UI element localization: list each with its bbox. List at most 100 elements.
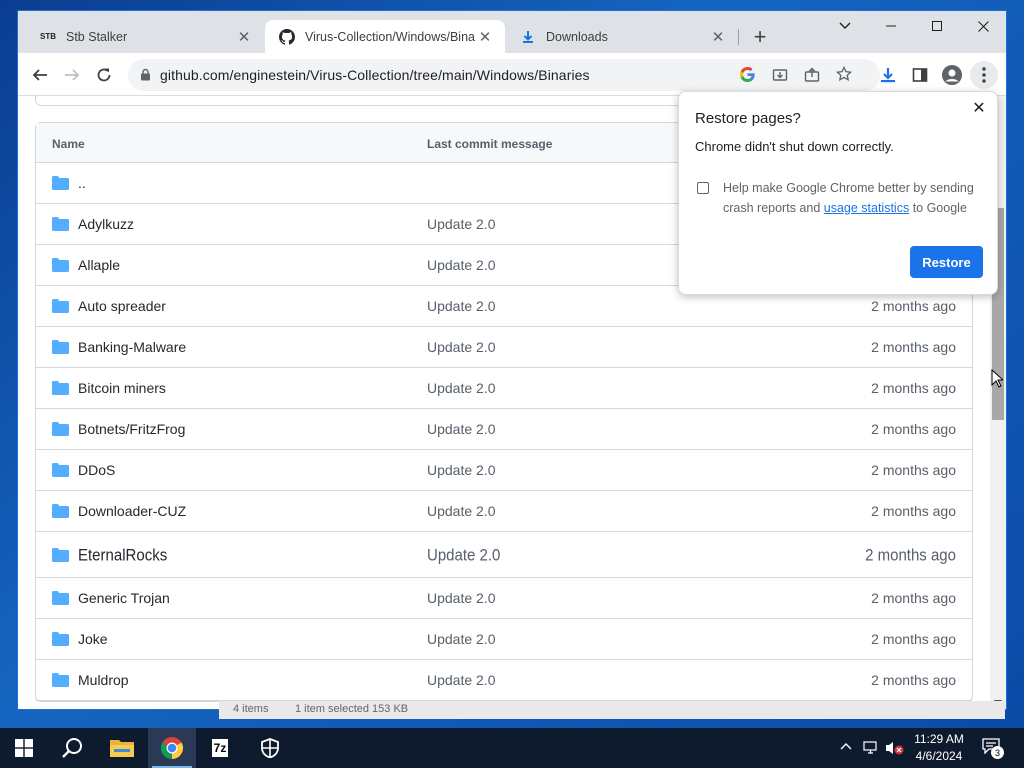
dialog-subtitle: Chrome didn't shut down correctly. (695, 139, 894, 154)
folder-name-link[interactable]: EternalRocks (78, 546, 167, 565)
table-row[interactable]: Joke Update 2.0 2 months ago (36, 619, 972, 660)
downloads-button[interactable] (874, 61, 902, 89)
commit-message-link[interactable]: Update 2.0 (427, 631, 496, 647)
browser-toolbar: github.com/enginestein/Virus-Collection/… (18, 53, 1006, 96)
commit-age: 2 months ago (871, 298, 956, 314)
tab-stb-stalker[interactable]: STB Stb Stalker ✕ (26, 20, 264, 53)
share-icon[interactable] (804, 67, 820, 88)
7zip-button[interactable]: 7z (196, 728, 244, 768)
profile-avatar[interactable] (938, 61, 966, 89)
folder-name-link[interactable]: Banking-Malware (78, 339, 186, 355)
commit-age: 2 months ago (871, 672, 956, 688)
parent-dir-link[interactable]: .. (78, 175, 86, 191)
table-row[interactable]: DDoS Update 2.0 2 months ago (36, 450, 972, 491)
commit-message-link[interactable]: Update 2.0 (427, 298, 496, 314)
folder-name-link[interactable]: Bitcoin miners (78, 380, 166, 396)
tab-downloads[interactable]: Downloads ✕ (506, 20, 738, 53)
minimize-button[interactable] (868, 11, 914, 41)
commit-message-link[interactable]: Update 2.0 (427, 216, 496, 232)
folder-icon (52, 340, 69, 354)
folder-icon (52, 299, 69, 313)
forward-button[interactable] (58, 61, 86, 89)
taskbar: 7z 11:29 AM 4/6/2024 3 (0, 728, 1024, 768)
security-button[interactable] (246, 728, 294, 768)
side-panel-button[interactable] (906, 61, 934, 89)
7zip-icon: 7z (211, 739, 229, 757)
tab-virus-collection[interactable]: Virus-Collection/Windows/Binari ✕ (265, 20, 505, 53)
chrome-taskbar-button[interactable] (148, 728, 196, 768)
install-app-icon[interactable] (772, 67, 788, 88)
commit-age: 2 months ago (871, 339, 956, 355)
folder-name-link[interactable]: Generic Trojan (78, 590, 170, 606)
reload-button[interactable] (90, 61, 118, 89)
close-icon[interactable]: ✕ (969, 98, 989, 118)
folder-name-link[interactable]: Adylkuzz (78, 216, 134, 232)
download-icon (520, 29, 536, 45)
table-row[interactable]: Botnets/FritzFrog Update 2.0 2 months ago (36, 409, 972, 450)
network-icon[interactable] (863, 741, 879, 755)
back-button[interactable] (26, 61, 54, 89)
notification-center-button[interactable]: 3 (982, 738, 1004, 759)
system-clock[interactable]: 11:29 AM 4/6/2024 (908, 731, 970, 765)
commit-message-link[interactable]: Update 2.0 (427, 257, 496, 273)
table-row[interactable]: Downloader-CUZ Update 2.0 2 months ago (36, 491, 972, 532)
folder-name-link[interactable]: Allaple (78, 257, 120, 273)
maximize-button[interactable] (914, 11, 960, 41)
commit-message-link[interactable]: Update 2.0 (427, 462, 496, 478)
header-name: Name (52, 137, 85, 151)
close-tab-icon[interactable]: ✕ (234, 27, 254, 47)
close-window-button[interactable] (960, 11, 1006, 41)
table-row[interactable]: Muldrop Update 2.0 2 months ago (36, 660, 972, 701)
commit-age: 2 months ago (871, 462, 956, 478)
close-tab-icon[interactable]: ✕ (708, 27, 728, 47)
folder-name-link[interactable]: Downloader-CUZ (78, 503, 186, 519)
commit-message-link[interactable]: Update 2.0 (427, 380, 496, 396)
tab-separator (738, 29, 739, 45)
folder-icon (52, 632, 69, 646)
commit-message-link[interactable]: Update 2.0 (427, 421, 496, 437)
table-row[interactable]: Banking-Malware Update 2.0 2 months ago (36, 327, 972, 368)
folder-name-link[interactable]: Auto spreader (78, 298, 166, 314)
header-commit-message: Last commit message (427, 137, 553, 151)
crash-report-checkbox[interactable] (697, 182, 709, 194)
google-icon[interactable] (739, 66, 755, 87)
commit-message-link[interactable]: Update 2.0 (427, 546, 500, 565)
checkbox-label: Help make Google Chrome better by sendin… (723, 178, 979, 218)
table-row[interactable]: Bitcoin miners Update 2.0 2 months ago (36, 368, 972, 409)
folder-name-link[interactable]: Botnets/FritzFrog (78, 421, 185, 437)
commit-age: 2 months ago (871, 631, 956, 647)
tab-title: Downloads (546, 29, 608, 44)
start-button[interactable] (0, 728, 48, 768)
volume-muted-icon[interactable] (885, 741, 905, 755)
restore-button[interactable]: Restore (910, 246, 983, 278)
commit-message-link[interactable]: Update 2.0 (427, 339, 496, 355)
menu-icon[interactable] (970, 61, 998, 89)
dialog-title: Restore pages? (695, 110, 801, 127)
folder-icon (52, 548, 69, 562)
tab-title: Virus-Collection/Windows/Binari (305, 29, 475, 44)
search-button[interactable] (48, 728, 96, 768)
folder-name-link[interactable]: Joke (78, 631, 108, 647)
bookmark-star-icon[interactable] (835, 65, 853, 87)
table-row[interactable]: EternalRocks Update 2.0 2 months ago (36, 532, 972, 578)
table-row[interactable]: Generic Trojan Update 2.0 2 months ago (36, 578, 972, 619)
commit-message-link[interactable]: Update 2.0 (427, 503, 496, 519)
folder-icon (52, 422, 69, 436)
clock-time: 11:29 AM (914, 732, 964, 746)
item-count: 4 items (233, 703, 269, 715)
commit-message-link[interactable]: Update 2.0 (427, 672, 496, 688)
address-bar[interactable]: github.com/enginestein/Virus-Collection/… (128, 59, 880, 91)
new-tab-button[interactable]: + (748, 24, 772, 49)
commit-message-link[interactable]: Update 2.0 (427, 590, 496, 606)
usage-statistics-link[interactable]: usage statistics (824, 201, 909, 215)
chevron-up-icon[interactable] (840, 742, 852, 750)
folder-name-link[interactable]: Muldrop (78, 672, 129, 688)
checkbox-text-end: to Google (909, 201, 967, 215)
close-tab-icon[interactable]: ✕ (475, 27, 495, 47)
background-explorer-window: 4 items 1 item selected 153 KB (219, 701, 1005, 719)
file-explorer-button[interactable] (98, 728, 146, 768)
tab-search-button[interactable] (822, 11, 868, 41)
folder-name-link[interactable]: DDoS (78, 462, 115, 478)
folder-icon (52, 217, 69, 231)
commit-age: 2 months ago (871, 380, 956, 396)
